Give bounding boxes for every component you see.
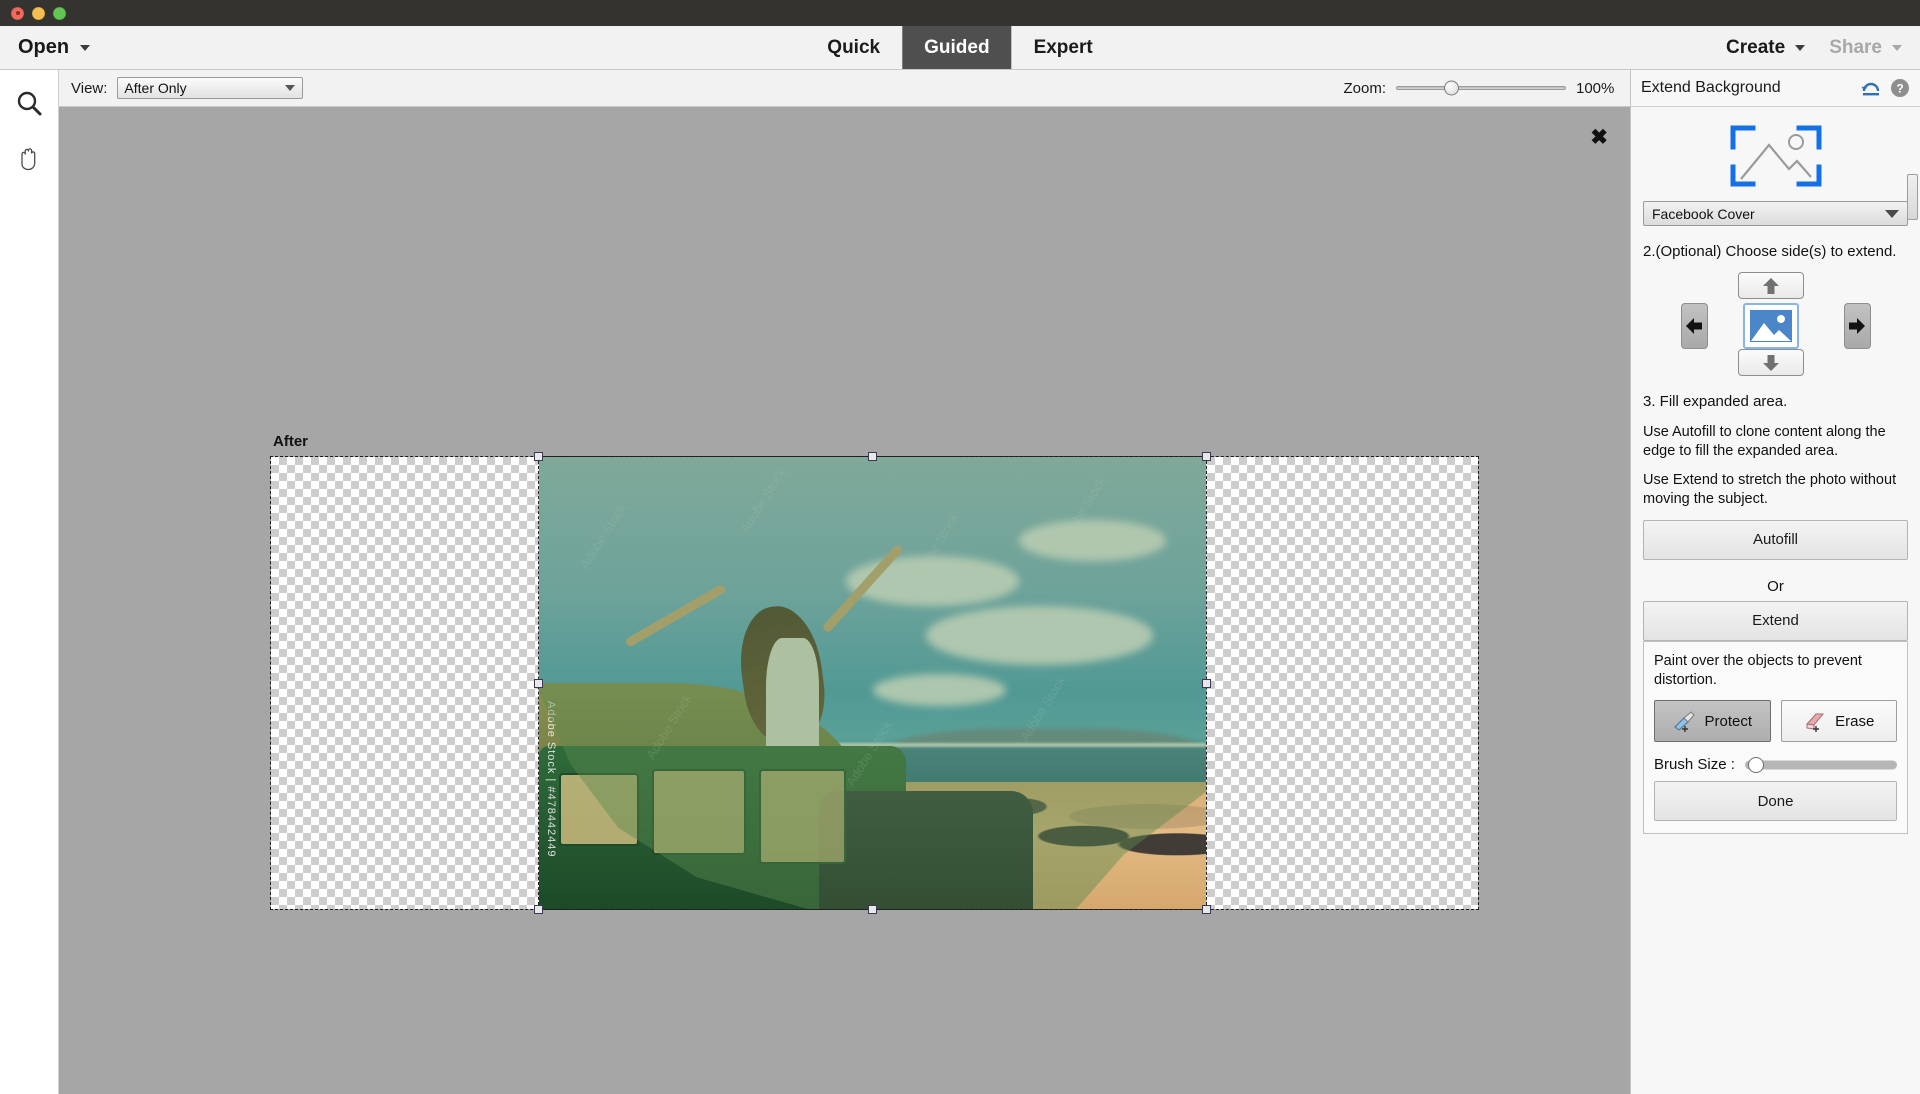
- chevron-down-icon: [1795, 44, 1806, 51]
- erase-button[interactable]: Erase: [1780, 700, 1897, 743]
- extend-down-button[interactable]: [1737, 349, 1804, 377]
- brush-size-label: Brush Size :: [1654, 756, 1735, 774]
- panel-scroll-content: Facebook Cover 2.(Optional) Choose side(…: [1631, 107, 1920, 1094]
- zoom-slider[interactable]: [1396, 80, 1566, 96]
- extend-right-button[interactable]: [1843, 303, 1871, 350]
- tab-quick[interactable]: Quick: [805, 26, 902, 69]
- photo-layer: Adobe Stock Adobe Stock Adobe Stock Adob…: [539, 457, 1206, 909]
- share-menu[interactable]: Share: [1829, 37, 1902, 59]
- tab-guided[interactable]: Guided: [902, 26, 1012, 69]
- or-separator-label: Or: [1767, 577, 1784, 595]
- panel-title: Extend Background: [1641, 79, 1781, 96]
- zoom-control: Zoom: 100%: [1343, 70, 1618, 106]
- extend-button[interactable]: Extend: [1643, 600, 1908, 641]
- chevron-down-icon: [1892, 44, 1902, 51]
- panel-header: Extend Background ?: [1631, 70, 1920, 107]
- svg-text:?: ?: [1896, 82, 1903, 96]
- panel-scrollbar-thumb[interactable]: [1907, 174, 1918, 220]
- window-title-bar: [0, 0, 1920, 26]
- document-canvas[interactable]: Adobe Stock Adobe Stock Adobe Stock Adob…: [270, 452, 1479, 914]
- share-label: Share: [1829, 36, 1882, 58]
- image-icon: [1749, 310, 1792, 343]
- help-circle-icon[interactable]: ?: [1890, 78, 1910, 98]
- brush-size-slider[interactable]: [1744, 756, 1897, 773]
- app-menu-bar: Open Quick Guided Expert Create Share: [0, 26, 1920, 70]
- protect-button[interactable]: Protect: [1654, 700, 1771, 743]
- window-close-button[interactable]: [11, 6, 24, 20]
- arrow-down-icon: [1762, 354, 1779, 371]
- image-canvas-area[interactable]: ✖ After Adobe Stock Adobe Stock Adobe St…: [59, 107, 1630, 1094]
- brush-size-control: Brush Size :: [1654, 756, 1897, 773]
- hand-tool[interactable]: [7, 138, 51, 178]
- autofill-button[interactable]: Autofill: [1643, 519, 1908, 560]
- autofill-help-text: Use Autofill to clone content along the …: [1643, 423, 1886, 459]
- editor-middle-column: View: After Only Zoom: 100% ✖ After Adob…: [59, 70, 1630, 1094]
- step2-instruction: 2.(Optional) Choose side(s) to extend.: [1643, 243, 1897, 260]
- extend-up-button[interactable]: [1737, 272, 1804, 300]
- zoom-label: Zoom:: [1343, 79, 1386, 97]
- mode-tabs: Quick Guided Expert: [805, 26, 1114, 69]
- arrow-left-icon: [1686, 318, 1702, 335]
- expand-image-icon: [1730, 125, 1821, 187]
- tool-option-bar: View: After Only Zoom: 100%: [59, 70, 1630, 107]
- image-center-preview: [1742, 303, 1799, 350]
- view-select[interactable]: After Only: [117, 77, 304, 99]
- extend-direction-pad: [1680, 272, 1871, 377]
- magnifier-icon: [17, 91, 42, 116]
- brush-slider-handle[interactable]: [1747, 756, 1764, 773]
- zoom-slider-handle[interactable]: [1444, 80, 1459, 96]
- paint-help-text: Paint over the objects to prevent distor…: [1654, 652, 1862, 688]
- step3-instruction: 3. Fill expanded area.: [1643, 393, 1788, 411]
- zoom-tool[interactable]: [7, 84, 51, 124]
- tool-strip: [0, 70, 59, 1094]
- hand-icon: [21, 148, 36, 171]
- view-label: View:: [71, 79, 108, 97]
- tab-expert[interactable]: Expert: [1012, 26, 1115, 69]
- guided-edit-panel: Extend Background ? Facebook Cover 2.(Op…: [1630, 70, 1920, 1094]
- window-maximize-button[interactable]: [53, 6, 66, 20]
- panel-scrollbar[interactable]: [1907, 114, 1918, 1092]
- arrow-up-icon: [1762, 277, 1779, 294]
- watermark-tile: Adobe Stock Adobe Stock Adobe Stock Adob…: [576, 465, 1109, 789]
- chevron-down-icon: [285, 85, 296, 91]
- extend-help-text: Use Extend to stretch the photo without …: [1643, 472, 1897, 508]
- watermark-credit: Adobe Stock | #478442449: [545, 701, 557, 858]
- protect-button-label: Protect: [1704, 712, 1753, 730]
- menu-right-actions: Create Share: [1726, 26, 1920, 69]
- reset-arrow-icon[interactable]: [1860, 78, 1882, 98]
- close-icon[interactable]: ✖: [1590, 127, 1608, 148]
- preset-size-value: Facebook Cover: [1652, 205, 1755, 222]
- create-menu[interactable]: Create: [1726, 36, 1806, 59]
- erase-button-label: Erase: [1835, 712, 1875, 730]
- brush-icon: [1674, 711, 1696, 733]
- eraser-icon: [1806, 713, 1825, 733]
- extend-left-button[interactable]: [1680, 303, 1708, 350]
- after-label: After: [273, 433, 309, 450]
- view-select-value: After Only: [124, 80, 187, 96]
- open-button-label: Open: [18, 36, 70, 58]
- preset-size-select[interactable]: Facebook Cover: [1643, 201, 1908, 226]
- chevron-down-icon: [1885, 209, 1899, 218]
- arrow-right-icon: [1849, 318, 1865, 335]
- extend-background-thumbnail: [1643, 123, 1908, 189]
- done-button[interactable]: Done: [1654, 781, 1897, 822]
- window-minimize-button[interactable]: [32, 6, 45, 20]
- open-button[interactable]: Open: [0, 26, 108, 69]
- create-label: Create: [1726, 36, 1786, 58]
- brush-slider-track: [1744, 760, 1897, 770]
- protect-erase-section: Paint over the objects to prevent distor…: [1643, 640, 1908, 835]
- zoom-slider-track: [1396, 86, 1566, 90]
- app-body: View: After Only Zoom: 100% ✖ After Adob…: [0, 70, 1920, 1094]
- zoom-percent-value: 100%: [1576, 79, 1615, 97]
- protect-erase-toggle-group: Protect Erase: [1654, 700, 1897, 743]
- chevron-down-icon: [80, 44, 91, 51]
